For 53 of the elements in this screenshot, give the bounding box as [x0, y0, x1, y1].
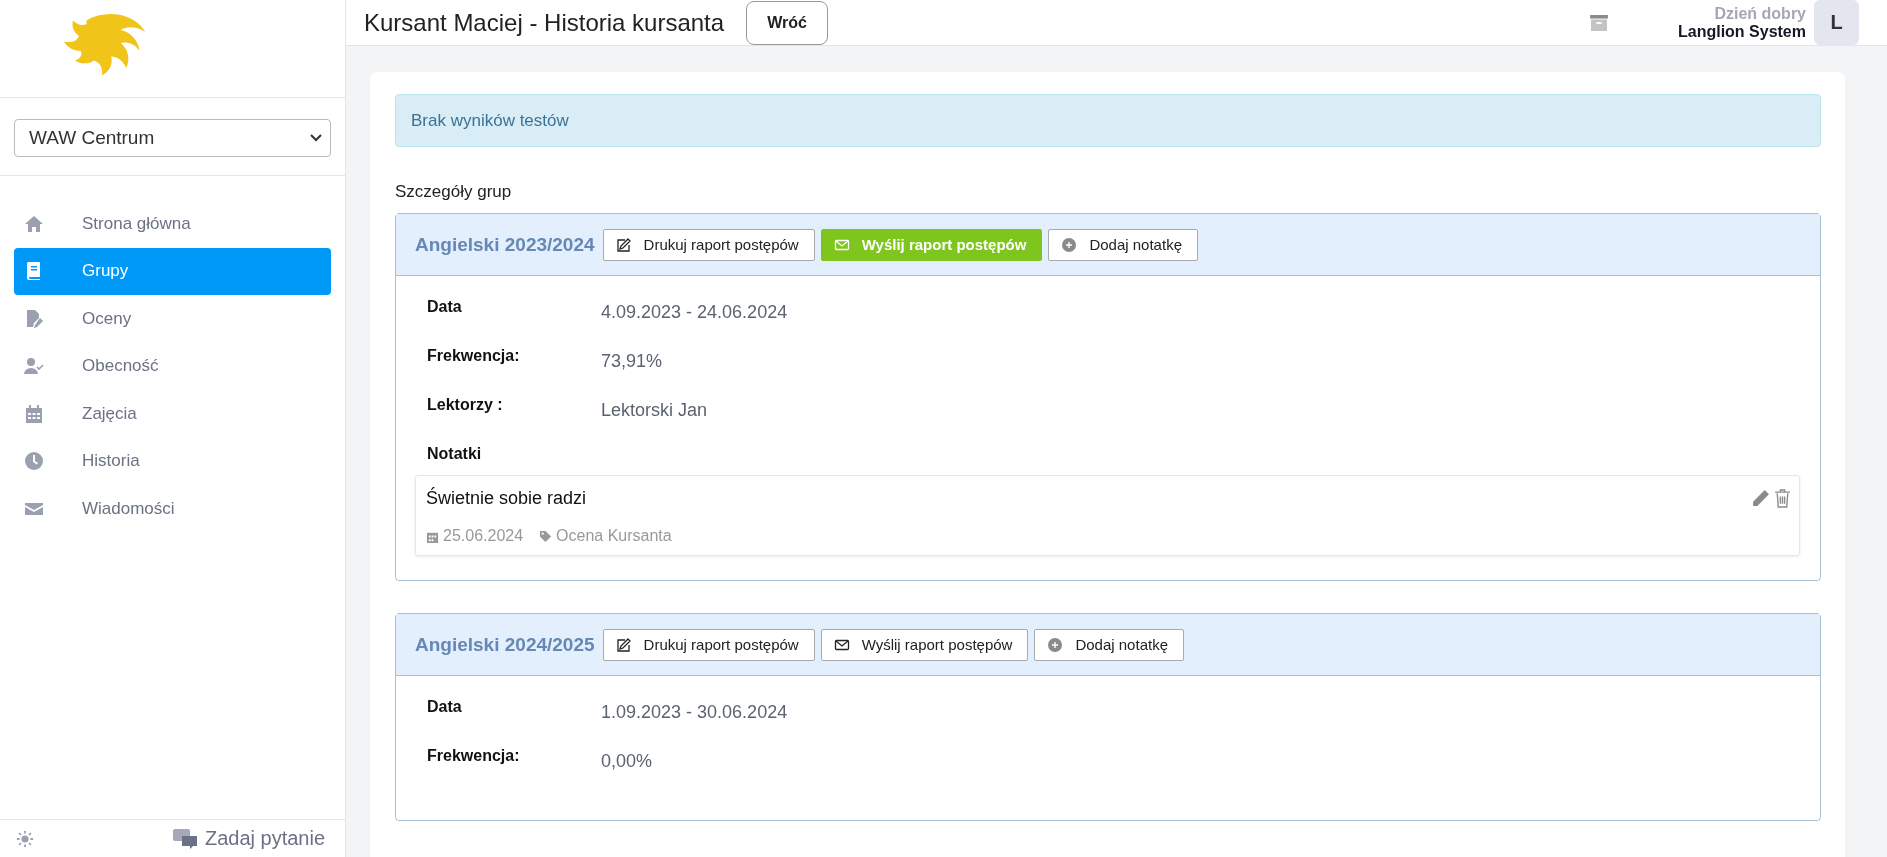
edit-icon	[615, 636, 632, 653]
section-title: Szczegóły grup	[395, 182, 513, 202]
pencil-icon[interactable]	[1751, 489, 1770, 508]
note-button[interactable]: Dodaj notatkę	[1034, 628, 1184, 661]
print-button[interactable]: Drukuj raport postępów	[602, 228, 815, 261]
plus-circle-icon	[1061, 236, 1078, 253]
user-avatar[interactable]: L	[1814, 0, 1859, 45]
detail-value: 0,00%	[601, 751, 653, 772]
page-title: Kursant Maciej - Historia kursanta	[364, 8, 725, 37]
chevron-down-icon	[310, 134, 322, 142]
detail-value: Lektorski Jan	[601, 400, 708, 421]
detail-label: Data	[427, 298, 463, 316]
nav-item[interactable]: Grupy	[14, 247, 331, 295]
info-alert: Brak wyników testów	[395, 94, 1821, 147]
note-button[interactable]: Dodaj notatkę	[1048, 228, 1198, 261]
branch-select[interactable]: WAW Centrum	[14, 119, 331, 157]
detail-label: Lektorzy :	[427, 396, 504, 414]
detail-label: Frekwencja:	[427, 747, 521, 765]
nav-item[interactable]: Zajęcia	[14, 390, 331, 438]
nav-item[interactable]: Historia	[14, 437, 331, 485]
help-link[interactable]: Zadaj pytanie	[172, 827, 325, 850]
home-icon	[24, 213, 44, 234]
group-name: Angielski 2023/2024	[415, 233, 595, 256]
note-tag: Ocena Kursanta	[556, 527, 672, 545]
print-button[interactable]: Drukuj raport postępów	[602, 628, 815, 661]
detail-label: Frekwencja:	[427, 347, 521, 365]
note-date: 25.06.2024	[443, 527, 524, 545]
detail-value: 73,91%	[601, 351, 663, 372]
group-name: Angielski 2024/2025	[415, 633, 595, 656]
plus-circle-icon	[1047, 636, 1064, 653]
nav-item[interactable]: Oceny	[14, 295, 331, 343]
document-pencil-icon	[24, 308, 44, 329]
send-button[interactable]: Wyślij raport postępów	[820, 628, 1029, 661]
detail-label: Data	[427, 698, 463, 716]
notes-label: Notatki	[427, 445, 483, 463]
greeting-text: Dzień dobry	[1713, 4, 1806, 23]
trash-icon[interactable]	[1774, 489, 1791, 508]
sun-icon	[16, 829, 34, 848]
back-button[interactable]: Wróć	[746, 0, 828, 45]
nav-item[interactable]: Wiadomości	[14, 485, 331, 533]
user-name: Langlion System	[1677, 22, 1806, 41]
edit-icon	[615, 236, 632, 253]
clock-icon	[24, 451, 44, 472]
nav-item[interactable]: Strona główna	[14, 200, 331, 248]
detail-value: 1.09.2023 - 30.06.2024	[601, 702, 788, 723]
tag-icon	[539, 529, 553, 543]
calendar-icon	[24, 403, 44, 424]
user-check-icon	[24, 356, 44, 377]
archive-box-icon	[1589, 14, 1608, 31]
nav-item[interactable]: Obecność	[14, 342, 331, 390]
note-text: Świetnie sobie radzi	[426, 488, 587, 509]
chat-bubbles-icon	[172, 828, 199, 849]
detail-value: 4.09.2023 - 24.06.2024	[601, 302, 788, 323]
